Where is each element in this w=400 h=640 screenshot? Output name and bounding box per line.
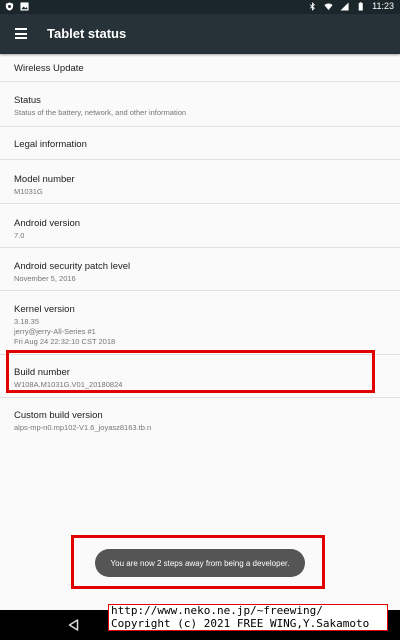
list-item-android-version[interactable]: Android version 7.0 bbox=[0, 204, 400, 248]
bluetooth-icon bbox=[310, 1, 316, 11]
hamburger-menu-icon[interactable] bbox=[15, 28, 27, 39]
list-item-kernel-version[interactable]: Kernel version 3.18.35 jerry@jerry-All-S… bbox=[0, 291, 400, 355]
item-title: Model number bbox=[14, 174, 75, 185]
item-summary: 3.18.35 jerry@jerry-All-Series #1 Fri Au… bbox=[14, 317, 116, 346]
back-icon[interactable] bbox=[68, 619, 79, 631]
list-item-security-patch-level[interactable]: Android security patch level November 5,… bbox=[0, 248, 400, 291]
status-time: 11:23 bbox=[372, 1, 394, 11]
build-number-highlight-box bbox=[6, 350, 375, 393]
item-title: Legal information bbox=[14, 139, 87, 150]
shield-icon bbox=[5, 2, 14, 11]
list-item-model-number[interactable]: Model number M1031G bbox=[0, 160, 400, 204]
item-summary: M1031G bbox=[14, 187, 43, 196]
watermark-url: http://www.neko.ne.jp/~freewing/ bbox=[111, 604, 323, 617]
watermark: http://www.neko.ne.jp/~freewing/ Copyrig… bbox=[108, 604, 388, 631]
item-title: Android security patch level bbox=[14, 261, 131, 272]
item-summary: 7.0 bbox=[14, 231, 25, 240]
watermark-copyright: Copyright (c) 2021 FREE WING,Y.Sakamoto bbox=[111, 616, 370, 630]
list-item-legal-information[interactable]: Legal information bbox=[0, 127, 400, 160]
item-title: Kernel version bbox=[14, 304, 75, 315]
item-title: Wireless Update bbox=[14, 63, 84, 74]
item-summary: November 5, 2016 bbox=[14, 274, 76, 283]
item-summary: Status of the battery, network, and othe… bbox=[14, 108, 187, 117]
wifi-icon bbox=[324, 3, 333, 10]
item-title: Custom build version bbox=[14, 410, 103, 421]
battery-icon bbox=[358, 1, 363, 11]
item-title: Android version bbox=[14, 218, 81, 229]
list-item-status[interactable]: Status Status of the battery, network, a… bbox=[0, 82, 400, 127]
developer-toast: You are now 2 steps away from being a de… bbox=[95, 549, 305, 577]
item-summary: alps-mp-n0.mp102-V1.6_joyasz8163.tb.n bbox=[14, 423, 152, 432]
app-bar: Tablet status bbox=[0, 14, 400, 54]
item-title: Status bbox=[14, 95, 41, 106]
list-item-custom-build-version[interactable]: Custom build version alps-mp-n0.mp102-V1… bbox=[0, 398, 400, 437]
signal-icon bbox=[340, 1, 349, 11]
page-title: Tablet status bbox=[47, 26, 127, 41]
image-icon bbox=[20, 2, 29, 11]
list-item-wireless-update[interactable]: Wireless Update bbox=[0, 54, 400, 82]
status-bar: 11:23 bbox=[0, 0, 400, 14]
